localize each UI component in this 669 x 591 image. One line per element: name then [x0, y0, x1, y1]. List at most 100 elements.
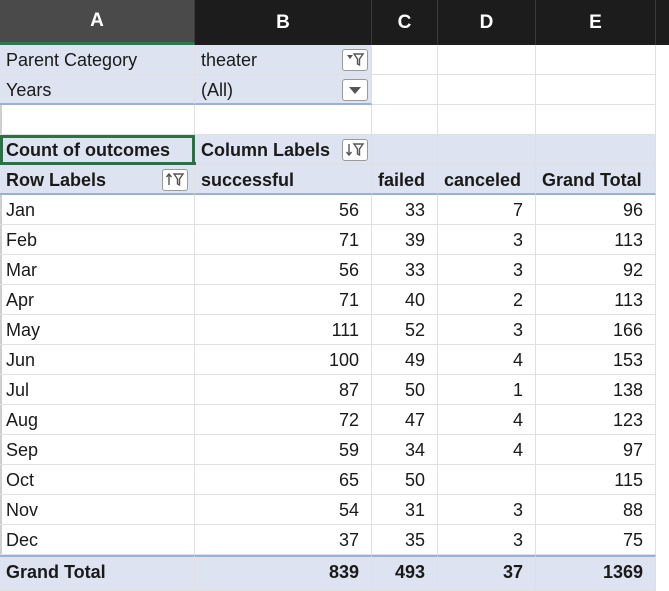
- value-failed[interactable]: 35: [372, 525, 438, 555]
- empty-cell[interactable]: [536, 75, 656, 105]
- row-label[interactable]: Feb: [0, 225, 195, 255]
- value-canceled[interactable]: 3: [438, 315, 536, 345]
- value-failed[interactable]: 39: [372, 225, 438, 255]
- value-total[interactable]: 96: [536, 195, 656, 225]
- empty-cell[interactable]: [438, 75, 536, 105]
- value-successful[interactable]: 54: [195, 495, 372, 525]
- empty-cell[interactable]: [0, 105, 195, 135]
- value-successful[interactable]: 56: [195, 195, 372, 225]
- value-successful[interactable]: 59: [195, 435, 372, 465]
- empty-cell[interactable]: [372, 45, 438, 75]
- empty-cell[interactable]: [536, 45, 656, 75]
- pivot-header-cell[interactable]: [372, 135, 438, 165]
- value-failed[interactable]: 33: [372, 255, 438, 285]
- empty-cell[interactable]: [438, 105, 536, 135]
- table-row: Nov 54 31 3 88: [0, 495, 669, 525]
- value-total[interactable]: 113: [536, 225, 656, 255]
- value-total[interactable]: 88: [536, 495, 656, 525]
- empty-cell[interactable]: [372, 105, 438, 135]
- value-canceled[interactable]: 3: [438, 525, 536, 555]
- value-successful[interactable]: 111: [195, 315, 372, 345]
- value-canceled[interactable]: 4: [438, 435, 536, 465]
- header-failed[interactable]: failed: [372, 165, 438, 195]
- pivot-header-cell[interactable]: [536, 135, 656, 165]
- value-canceled[interactable]: [438, 465, 536, 495]
- row-label[interactable]: Jun: [0, 345, 195, 375]
- column-header-d[interactable]: D: [438, 0, 536, 45]
- filter-label[interactable]: Parent Category: [0, 45, 195, 75]
- empty-cell[interactable]: [536, 105, 656, 135]
- value-total[interactable]: 123: [536, 405, 656, 435]
- header-successful[interactable]: successful: [195, 165, 372, 195]
- column-sort-filter-icon[interactable]: [342, 139, 368, 161]
- value-failed[interactable]: 50: [372, 465, 438, 495]
- value-successful[interactable]: 87: [195, 375, 372, 405]
- value-failed[interactable]: 40: [372, 285, 438, 315]
- column-header-e[interactable]: E: [536, 0, 656, 45]
- grand-total-canceled[interactable]: 37: [438, 555, 536, 591]
- value-total[interactable]: 153: [536, 345, 656, 375]
- value-failed[interactable]: 50: [372, 375, 438, 405]
- value-successful[interactable]: 71: [195, 225, 372, 255]
- value-total[interactable]: 166: [536, 315, 656, 345]
- value-canceled[interactable]: 3: [438, 225, 536, 255]
- row-label[interactable]: Aug: [0, 405, 195, 435]
- empty-cell[interactable]: [372, 75, 438, 105]
- value-failed[interactable]: 49: [372, 345, 438, 375]
- row-label[interactable]: Jan: [0, 195, 195, 225]
- value-failed[interactable]: 34: [372, 435, 438, 465]
- row-label[interactable]: Apr: [0, 285, 195, 315]
- value-total[interactable]: 113: [536, 285, 656, 315]
- value-successful[interactable]: 72: [195, 405, 372, 435]
- value-total[interactable]: 75: [536, 525, 656, 555]
- column-header-a[interactable]: A: [0, 0, 195, 45]
- pivot-header-cell[interactable]: [438, 135, 536, 165]
- value-successful[interactable]: 37: [195, 525, 372, 555]
- value-failed[interactable]: 33: [372, 195, 438, 225]
- dropdown-arrow-icon[interactable]: [342, 79, 368, 101]
- grand-total-failed[interactable]: 493: [372, 555, 438, 591]
- filter-applied-icon[interactable]: [342, 49, 368, 71]
- value-total[interactable]: 138: [536, 375, 656, 405]
- value-canceled[interactable]: 7: [438, 195, 536, 225]
- value-failed[interactable]: 47: [372, 405, 438, 435]
- value-failed[interactable]: 31: [372, 495, 438, 525]
- table-row: May 111 52 3 166: [0, 315, 669, 345]
- column-header-f[interactable]: [656, 0, 669, 45]
- row-label[interactable]: Jul: [0, 375, 195, 405]
- value-successful[interactable]: 71: [195, 285, 372, 315]
- value-total[interactable]: 92: [536, 255, 656, 285]
- row-label[interactable]: Nov: [0, 495, 195, 525]
- header-canceled[interactable]: canceled: [438, 165, 536, 195]
- row-label[interactable]: Oct: [0, 465, 195, 495]
- row-label[interactable]: May: [0, 315, 195, 345]
- value-successful[interactable]: 100: [195, 345, 372, 375]
- row-sort-filter-icon[interactable]: [162, 169, 188, 191]
- empty-cell[interactable]: [438, 45, 536, 75]
- empty-cell[interactable]: [195, 105, 372, 135]
- value-successful[interactable]: 65: [195, 465, 372, 495]
- value-canceled[interactable]: 2: [438, 285, 536, 315]
- value-canceled[interactable]: 1: [438, 375, 536, 405]
- value-total[interactable]: 115: [536, 465, 656, 495]
- value-canceled[interactable]: 4: [438, 345, 536, 375]
- column-header-c[interactable]: C: [372, 0, 438, 45]
- filter-label[interactable]: Years: [0, 75, 195, 105]
- value-canceled[interactable]: 4: [438, 405, 536, 435]
- value-total[interactable]: 97: [536, 435, 656, 465]
- row-label[interactable]: Sep: [0, 435, 195, 465]
- table-row: Sep 59 34 4 97: [0, 435, 669, 465]
- grand-total-total[interactable]: 1369: [536, 555, 656, 591]
- grand-total-successful[interactable]: 839: [195, 555, 372, 591]
- value-canceled[interactable]: 3: [438, 255, 536, 285]
- row-label[interactable]: Mar: [0, 255, 195, 285]
- pivot-value-label[interactable]: Count of outcomes: [0, 135, 195, 165]
- header-grand-total[interactable]: Grand Total: [536, 165, 656, 195]
- value-canceled[interactable]: 3: [438, 495, 536, 525]
- pivot-column-header-row: Row Labels successful failed canceled Gr…: [0, 165, 669, 195]
- row-label[interactable]: Dec: [0, 525, 195, 555]
- value-successful[interactable]: 56: [195, 255, 372, 285]
- grand-total-label[interactable]: Grand Total: [0, 555, 195, 591]
- value-failed[interactable]: 52: [372, 315, 438, 345]
- column-header-b[interactable]: B: [195, 0, 372, 45]
